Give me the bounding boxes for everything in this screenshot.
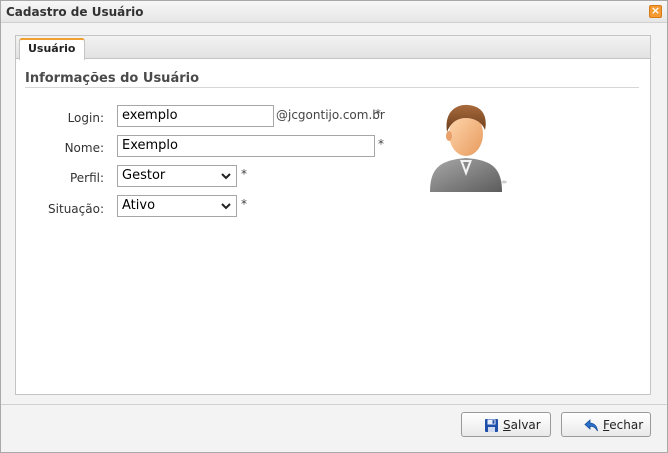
user-avatar-icon — [430, 104, 507, 192]
login-required-mark: * — [375, 107, 381, 121]
nome-label: Nome: — [64, 141, 104, 155]
situacao-selected-value: Ativo — [122, 198, 156, 213]
nome-input[interactable]: Exemplo — [117, 135, 375, 157]
perfil-select[interactable]: Gestor — [117, 165, 237, 187]
login-label: Login: — [67, 111, 104, 125]
footer-divider — [1, 404, 667, 405]
back-arrow-icon — [584, 419, 598, 432]
tab-strip: Usuário — [16, 36, 650, 60]
situacao-label: Situação: — [48, 202, 104, 216]
situacao-required-mark: * — [241, 197, 247, 211]
close-button[interactable]: Fechar — [561, 412, 651, 437]
user-registration-dialog: Cadastro de Usuário × Usuário Informaçõe… — [0, 0, 668, 453]
chevron-down-icon — [221, 173, 231, 180]
floppy-disk-icon — [485, 419, 498, 432]
save-button[interactable]: Salvar — [461, 412, 551, 437]
chevron-down-icon — [221, 203, 231, 210]
save-button-label: Salvar — [503, 418, 541, 432]
close-button-label: Fechar — [603, 418, 644, 432]
section-divider — [25, 87, 639, 88]
situacao-select[interactable]: Ativo — [117, 195, 237, 217]
nome-required-mark: * — [378, 137, 384, 151]
content-panel: Usuário Informações do Usuário Login: ex… — [15, 35, 651, 395]
title-bar[interactable]: Cadastro de Usuário × — [1, 1, 667, 23]
tab-usuario[interactable]: Usuário — [19, 38, 85, 60]
close-icon[interactable]: × — [649, 5, 662, 18]
perfil-required-mark: * — [241, 167, 247, 181]
section-title: Informações do Usuário — [25, 71, 200, 86]
login-input[interactable]: exemplo — [117, 105, 274, 127]
login-domain-suffix: @jcgontijo.com.br — [276, 108, 385, 122]
perfil-selected-value: Gestor — [122, 168, 166, 183]
perfil-label: Perfil: — [69, 171, 104, 185]
dialog-title: Cadastro de Usuário — [6, 5, 144, 19]
